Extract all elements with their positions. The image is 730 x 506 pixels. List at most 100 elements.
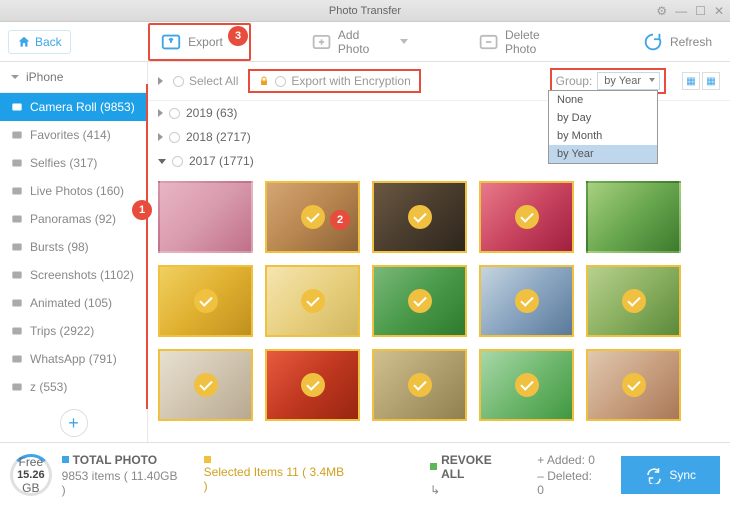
check-icon [515,205,539,229]
total-line: 9853 items ( 11.40GB ) [62,469,184,497]
collapse-icon [10,72,20,82]
photo-thumbnail[interactable] [479,265,574,337]
delete-photo-button[interactable]: Delete Photo [468,22,582,62]
export-icon [160,31,182,53]
sidebar-item-trips[interactable]: Trips (2922) [0,317,147,345]
check-icon [301,373,325,397]
sidebar: iPhone Camera Roll (9853) Favorites (414)… [0,62,148,442]
sidebar-item-label: Panoramas (92) [30,212,116,226]
sidebar-item-screen[interactable]: Screenshots (1102) [0,261,147,289]
camera-icon [10,100,24,114]
annotation-badge-3: 3 [228,26,248,46]
burst-icon [10,240,24,254]
titlebar: Photo Transfer ⚙ — ☐ ✕ [0,0,730,22]
group-value[interactable]: by Year [597,72,660,90]
sidebar-item-label: Selfies (317) [30,156,97,170]
device-header[interactable]: iPhone [0,62,147,93]
photo-thumbnail[interactable] [265,265,360,337]
pano-icon [10,212,24,226]
settings-icon[interactable]: ⚙ [656,4,667,18]
photo-thumbnail[interactable] [586,181,681,253]
view-grid-small[interactable]: ▦ [702,72,720,90]
check-icon [301,205,325,229]
photo-thumbnail[interactable] [265,349,360,421]
check-icon [408,205,432,229]
sidebar-item-label: Screenshots (1102) [30,268,134,282]
group-label: Group: [556,74,593,88]
caret-down-icon [400,39,408,44]
check-icon [408,289,432,313]
photo-thumbnail[interactable] [372,265,467,337]
refresh-label: Refresh [670,35,712,49]
checkbox-icon [275,76,286,87]
user-icon [10,380,24,394]
sidebar-item-label: Camera Roll (9853) [30,100,135,114]
add-photo-icon [311,31,332,53]
sync-button[interactable]: Sync [621,456,720,494]
year-label: 2017 (1771) [189,154,254,168]
sidebar-item-user[interactable]: z (553) [0,373,147,401]
sidebar-item-label: z (553) [30,380,67,394]
add-album-button[interactable]: + [60,409,88,437]
minimize-icon[interactable]: — [675,4,687,18]
check-icon [408,373,432,397]
check-icon [622,373,646,397]
close-icon[interactable]: ✕ [714,4,724,18]
sidebar-item-label: Live Photos (160) [30,184,124,198]
select-all[interactable]: Select All [173,74,238,88]
sidebar-item-camera[interactable]: Camera Roll (9853) [0,93,147,121]
refresh-button[interactable]: Refresh [632,25,722,59]
device-name: iPhone [26,70,63,84]
sidebar-item-wa[interactable]: WhatsApp (791) [0,345,147,373]
sidebar-item-label: Animated (105) [30,296,112,310]
sidebar-item-heart[interactable]: Favorites (414) [0,121,147,149]
lock-icon [258,75,270,87]
sidebar-item-burst[interactable]: Bursts (98) [0,233,147,261]
photo-thumbnail[interactable] [372,349,467,421]
sidebar-item-anim[interactable]: Animated (105) [0,289,147,317]
sidebar-item-person[interactable]: Selfies (317) [0,149,147,177]
view-toggle: ▦ ▦ [682,72,720,90]
photo-thumbnail[interactable] [586,265,681,337]
export-encryption[interactable]: Export with Encryption [248,69,420,93]
view-grid-large[interactable]: ▦ [682,72,700,90]
live-icon [10,184,24,198]
year-label: 2018 (2717) [186,130,251,144]
refresh-icon [642,31,664,53]
person-icon [10,156,24,170]
check-icon [622,289,646,313]
maximize-icon[interactable]: ☐ [695,4,706,18]
back-button[interactable]: Back [8,30,71,54]
group-option[interactable]: by Year [549,145,657,163]
sidebar-item-live[interactable]: Live Photos (160) [0,177,147,205]
wa-icon [10,352,24,366]
added-count: Added: 0 [547,453,595,467]
back-label: Back [35,35,62,49]
photo-thumbnail[interactable] [158,181,253,253]
anim-icon [10,296,24,310]
trips-icon [10,324,24,338]
group-option[interactable]: None [549,91,657,109]
add-photo-button[interactable]: Add Photo [301,22,418,62]
revoke-label[interactable]: REVOKE ALL [441,453,517,481]
expand-icon [158,109,163,117]
revoke-arrow[interactable]: ↳ [430,483,517,497]
checkbox-icon [173,76,184,87]
photo-thumbnail[interactable] [586,349,681,421]
photo-thumbnail[interactable] [479,349,574,421]
checkbox-icon [169,132,180,143]
sidebar-item-pano[interactable]: Panoramas (92) [0,205,147,233]
sidebar-item-label: Bursts (98) [30,240,89,254]
thumbnail-grid [148,173,730,429]
photo-thumbnail[interactable] [158,349,253,421]
check-icon [515,289,539,313]
checkbox-icon [172,156,183,167]
toolbar: Back Export Add Photo Delete Photo Refre… [0,22,730,62]
group-option[interactable]: by Month [549,127,657,145]
photo-thumbnail[interactable] [372,181,467,253]
sidebar-item-label: WhatsApp (791) [30,352,117,366]
photo-thumbnail[interactable] [479,181,574,253]
photo-thumbnail[interactable] [158,265,253,337]
group-option[interactable]: by Day [549,109,657,127]
expand-icon[interactable] [158,77,163,85]
